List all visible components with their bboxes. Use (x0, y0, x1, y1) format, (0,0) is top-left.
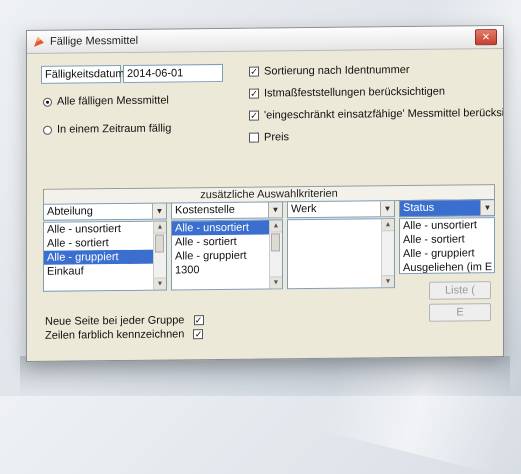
list-item[interactable]: Alle - sortiert (44, 236, 166, 251)
chevron-down-icon[interactable]: ▼ (380, 201, 394, 217)
color-rows-box[interactable]: ✓ (193, 329, 204, 340)
check-ist-box[interactable]: ✓ (249, 88, 259, 99)
radio-period-icon[interactable] (43, 125, 52, 135)
kostenstelle-list[interactable]: Alle - unsortiert Alle - sortiert Alle -… (171, 219, 283, 291)
radio-all-icon[interactable] (43, 97, 52, 107)
new-page-option[interactable]: Neue Seite bei jeder Gruppe ✓ (45, 314, 209, 328)
check-sort-option[interactable]: ✓ Sortierung nach Identnummer (249, 64, 410, 78)
list-item[interactable]: Alle - gruppiert (172, 248, 282, 263)
scroll-up-icon[interactable]: ▲ (270, 220, 282, 233)
list-item[interactable]: Alle - gruppiert (400, 246, 494, 261)
status-dropdown-value: Status (403, 201, 435, 215)
werk-list[interactable]: ▲ ▼ (287, 218, 395, 290)
date-label-box: Fälligkeitsdatum (41, 65, 125, 84)
radio-period-option[interactable]: In einem Zeitraum fällig (43, 122, 172, 136)
list-item[interactable]: Alle - unsortiert (400, 218, 494, 233)
app-icon (34, 36, 44, 47)
list-item[interactable]: Alle - unsortiert (44, 222, 166, 237)
check-ist-option[interactable]: ✓ Istmaßfeststellungen berücksichtigen (249, 86, 445, 100)
chevron-down-icon[interactable]: ▼ (268, 202, 282, 218)
close-icon: ✕ (481, 31, 491, 43)
status-list[interactable]: Alle - unsortiert Alle - sortiert Alle -… (399, 217, 495, 275)
list-button[interactable]: Liste ( (429, 281, 491, 300)
new-page-label: Neue Seite bei jeder Gruppe (45, 314, 185, 328)
list-item[interactable]: Alle - unsortiert (172, 220, 282, 236)
list-item[interactable]: Alle - gruppiert (44, 249, 166, 265)
radio-all-option[interactable]: Alle fälligen Messmittel (43, 95, 169, 108)
list-item[interactable]: Ausgeliehen (im E (400, 260, 494, 274)
app-window: Fällige Messmittel ✕ Fälligkeitsdatum 20… (26, 24, 504, 363)
exit-button[interactable]: E (429, 303, 491, 322)
list-item[interactable]: Alle - sortiert (172, 234, 282, 249)
status-dropdown[interactable]: Status ▼ (399, 199, 495, 218)
check-sort-box[interactable]: ✓ (249, 66, 259, 77)
check-restricted-box[interactable]: ✓ (249, 110, 259, 121)
date-value: 2014-06-01 (127, 67, 184, 80)
abteilung-scrollbar[interactable]: ▲ ▼ (153, 221, 166, 290)
chevron-down-icon[interactable]: ▼ (152, 203, 166, 219)
werk-scrollbar[interactable]: ▲ ▼ (381, 219, 394, 288)
scroll-down-icon[interactable]: ▼ (270, 276, 282, 289)
scroll-thumb[interactable] (155, 234, 164, 253)
radio-period-label: In einem Zeitraum fällig (57, 122, 172, 136)
check-ist-label: Istmaßfeststellungen berücksichtigen (264, 85, 445, 100)
scroll-down-icon[interactable]: ▼ (382, 275, 394, 288)
kostenstelle-dropdown-value: Kostenstelle (175, 203, 235, 217)
color-rows-option[interactable]: Zeilen farblich kennzeichnen ✓ (45, 328, 208, 342)
window-title: Fällige Messmittel (50, 34, 139, 48)
new-page-box[interactable]: ✓ (193, 315, 204, 326)
abteilung-list[interactable]: Alle - unsortiert Alle - sortiert Alle -… (43, 220, 167, 292)
main-panel: Fälligkeitsdatum 2014-06-01 Alle fällige… (27, 49, 504, 362)
color-rows-label: Zeilen farblich kennzeichnen (45, 328, 185, 342)
monitor-shadow (20, 356, 510, 396)
scroll-thumb[interactable] (271, 233, 280, 252)
check-price-box[interactable] (249, 132, 259, 143)
kostenstelle-scrollbar[interactable]: ▲ ▼ (269, 220, 282, 289)
werk-dropdown-value: Werk (291, 202, 317, 216)
abteilung-dropdown[interactable]: Abteilung ▼ (43, 202, 167, 221)
werk-dropdown[interactable]: Werk ▼ (287, 200, 395, 219)
abteilung-dropdown-value: Abteilung (47, 205, 93, 218)
check-price-label: Preis (264, 131, 290, 144)
date-input[interactable]: 2014-06-01 (123, 63, 223, 83)
check-restricted-label: 'eingeschränkt einsatzfähige' Messmittel… (264, 106, 504, 122)
check-restricted-option[interactable]: ✓ 'eingeschränkt einsatzfähige' Messmitte… (249, 107, 504, 122)
list-item[interactable]: Alle - sortiert (400, 232, 494, 247)
radio-all-label: Alle fälligen Messmittel (57, 94, 169, 108)
list-item[interactable]: 1300 (172, 262, 282, 277)
scroll-up-icon[interactable]: ▲ (154, 221, 166, 234)
date-label: Fälligkeitsdatum (45, 67, 125, 81)
check-sort-label: Sortierung nach Identnummer (264, 63, 410, 78)
kostenstelle-dropdown[interactable]: Kostenstelle ▼ (171, 201, 283, 220)
scroll-down-icon[interactable]: ▼ (154, 277, 166, 290)
list-item[interactable]: Einkauf (44, 264, 166, 279)
scroll-up-icon[interactable]: ▲ (382, 219, 394, 232)
check-price-option[interactable]: Preis (249, 131, 290, 144)
close-button[interactable]: ✕ (475, 29, 497, 46)
chevron-down-icon[interactable]: ▼ (480, 200, 494, 216)
